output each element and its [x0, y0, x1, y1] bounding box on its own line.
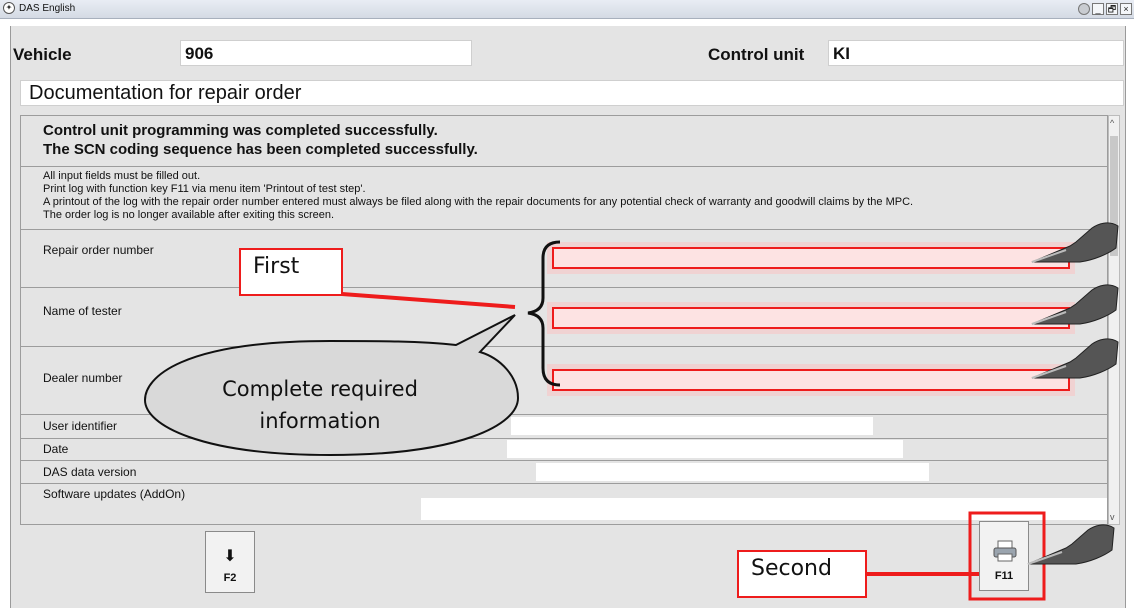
brace-mark: [527, 240, 561, 387]
f11-highlight: [968, 511, 1046, 601]
connector-line-first: [341, 292, 516, 309]
annotation-first: First: [239, 248, 343, 296]
annotation-second: Second: [737, 550, 867, 598]
annotation-cloud-text: Complete required information: [190, 373, 450, 437]
pointing-hand-icon: [1031, 338, 1119, 379]
cloud-line: Complete required: [222, 377, 418, 401]
annotation-overlay: [143, 222, 1119, 601]
cloud-line: information: [259, 409, 381, 433]
pointing-hand-icon: [1031, 284, 1119, 325]
pointing-hand-icon: [1031, 222, 1119, 263]
pointing-hand-icon: [1027, 524, 1115, 565]
